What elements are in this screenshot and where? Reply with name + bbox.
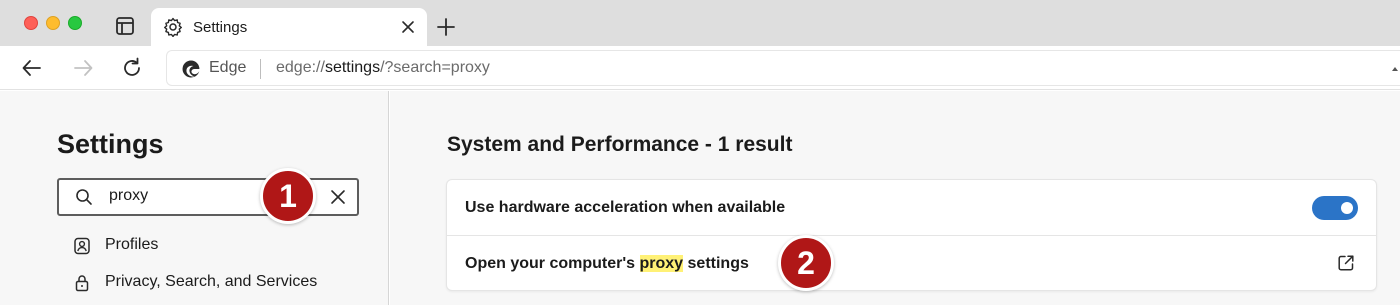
settings-main: System and Performance - 1 result Use ha… [390, 91, 1400, 305]
address-divider [260, 59, 261, 79]
profile-icon [72, 236, 92, 256]
minimize-window-button[interactable] [46, 16, 60, 30]
tab-title: Settings [193, 19, 248, 36]
sidebar-item-profiles[interactable]: Profiles [72, 234, 372, 258]
zoom-window-button[interactable] [68, 16, 82, 30]
close-tab-icon[interactable] [399, 18, 417, 36]
site-label: Edge [209, 59, 247, 76]
setting-row-hardware-acceleration[interactable]: Use hardware acceleration when available [447, 180, 1376, 236]
browser-toolbar: Edge edge://settings/?search=proxy [0, 46, 1400, 90]
tab-actions-icon[interactable] [112, 14, 138, 38]
sidebar-item-label: Profiles [105, 236, 159, 253]
label-text: Open your computer's [465, 255, 640, 272]
reload-icon[interactable] [120, 56, 144, 80]
edge-logo-icon [181, 59, 201, 79]
tab-strip: Settings [0, 0, 1400, 48]
settings-sidebar: Settings Profiles Privacy, Search, and S… [0, 91, 389, 305]
page-title: Settings [57, 129, 164, 159]
tab-settings[interactable]: Settings [151, 8, 427, 48]
setting-row-proxy[interactable]: Open your computer's proxy settings [447, 236, 1376, 292]
toggle-knob [1341, 202, 1353, 214]
back-arrow-icon[interactable] [20, 56, 44, 80]
gear-icon [163, 17, 183, 38]
new-tab-icon[interactable] [435, 16, 457, 38]
address-bar[interactable]: Edge edge://settings/?search=proxy [166, 50, 1400, 86]
lock-icon [72, 273, 92, 293]
results-card: Use hardware acceleration when available… [446, 179, 1377, 291]
caret-up-icon [1390, 61, 1400, 71]
search-icon [75, 188, 93, 206]
forward-arrow-icon[interactable] [71, 56, 95, 80]
close-window-button[interactable] [24, 16, 38, 30]
hardware-acceleration-toggle[interactable] [1312, 196, 1358, 220]
search-highlight: proxy [639, 255, 684, 272]
sidebar-item-privacy[interactable]: Privacy, Search, and Services [72, 271, 372, 295]
url-scheme: edge:// [276, 59, 325, 76]
label-text: settings [683, 255, 749, 272]
clear-search-icon[interactable] [329, 188, 347, 206]
sidebar-item-label: Privacy, Search, and Services [105, 273, 318, 290]
results-heading: System and Performance - 1 result [447, 133, 793, 156]
external-link-icon[interactable] [1336, 253, 1356, 273]
url-path: /?search=proxy [380, 59, 490, 76]
setting-label: Use hardware acceleration when available [465, 199, 786, 216]
url-host: settings [324, 59, 381, 76]
callout-badge-2: 2 [778, 235, 834, 291]
setting-label: Open your computer's proxy settings [465, 255, 749, 273]
url-text[interactable]: edge://settings/?search=proxy [276, 59, 490, 77]
callout-badge-1: 1 [260, 168, 316, 224]
